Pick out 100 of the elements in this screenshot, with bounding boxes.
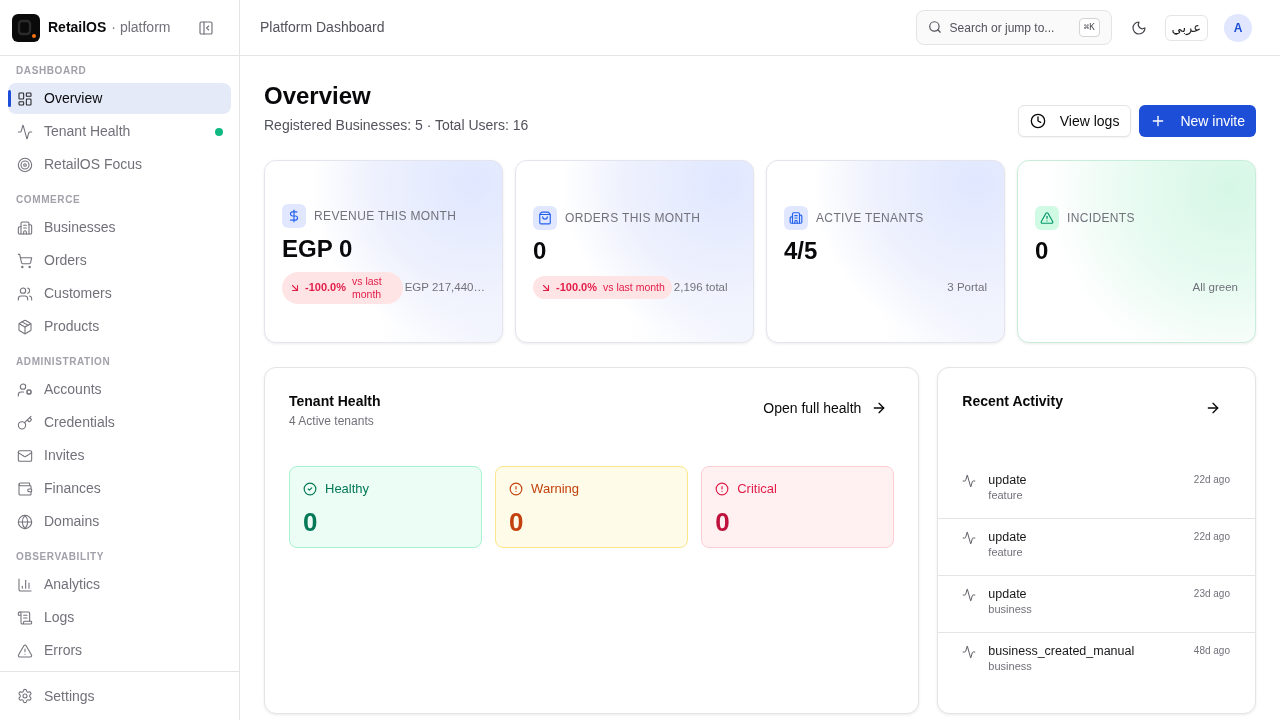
logo-icon (12, 13, 40, 42)
nav-item[interactable]: Logs (8, 602, 231, 633)
stat-note: 3 Portal (947, 279, 987, 295)
bar-chart-icon (17, 576, 33, 593)
activity-time: 48d ago (1193, 644, 1230, 658)
trend-value: -100.0% (305, 280, 346, 296)
pulse-icon (17, 123, 33, 140)
search-icon (927, 20, 942, 34)
user-icon (17, 381, 33, 398)
stat-label: INCIDENTS (1067, 209, 1135, 227)
target-icon (17, 156, 33, 173)
pulse-icon (962, 531, 977, 545)
stat-value: 4/5 (784, 235, 819, 266)
section-heading: COMMERCE (15, 194, 82, 206)
header-title: Platform Dashboard (260, 18, 385, 37)
panel-title: Recent Activity (962, 392, 1063, 410)
page-subtitle: Registered Businesses: 5 · Total Users: 16 (264, 116, 529, 135)
brand-name: RetailOS (48, 18, 107, 37)
nav-item[interactable]: Tenant Health (8, 116, 231, 147)
stat-value: 0 (533, 235, 548, 266)
wallet-icon (17, 480, 33, 497)
nav-item[interactable]: Domains (8, 506, 231, 537)
alert-circle-icon (509, 481, 524, 496)
building-icon (784, 205, 808, 230)
brand-suffix: · platform (111, 18, 171, 37)
status-label: Critical (737, 480, 777, 498)
trend-caption: vs last month (603, 281, 665, 294)
stat-note: All green (1192, 279, 1238, 295)
stat-note: EGP 217,440… (404, 279, 485, 295)
open-full-health-link[interactable]: Open full health (755, 392, 896, 424)
nav-item[interactable]: Products (8, 311, 231, 342)
nav-item[interactable]: Analytics (8, 569, 231, 600)
stat-note: 2,196 total (673, 279, 728, 295)
nav-item[interactable]: Customers (8, 278, 231, 309)
trend-caption: vs last month (352, 274, 383, 301)
primary-button[interactable]: New invite (1139, 105, 1256, 137)
stat-label: ACTIVE TENANTS (816, 209, 924, 227)
shopping-bag-icon (533, 205, 557, 230)
pulse-icon (962, 474, 977, 488)
activity-category: business (988, 602, 1032, 616)
activity-category: business (988, 659, 1033, 673)
activity-title: update (988, 472, 1027, 488)
check-circle-icon (303, 481, 317, 496)
panel-collapse-icon (198, 19, 214, 36)
page-title: Overview (264, 81, 372, 111)
nav-item[interactable]: Errors (8, 635, 231, 666)
settings-nav-item[interactable]: Settings (8, 680, 231, 712)
warning-icon (1035, 205, 1059, 230)
package-icon (17, 318, 33, 335)
building-icon (17, 219, 33, 236)
warning-icon (17, 642, 33, 659)
nav-item[interactable]: Credentials (8, 407, 231, 438)
users-icon (17, 285, 33, 302)
nav-item[interactable]: Overview (8, 83, 231, 114)
scroll-icon (17, 609, 33, 626)
key-icon (17, 414, 33, 431)
status-count: 0 (303, 506, 319, 537)
stat-value: EGP 0 (282, 233, 354, 264)
section-heading: ADMINISTRATION (15, 356, 112, 368)
secondary-button[interactable]: View logs (1017, 105, 1132, 137)
nav-item[interactable]: Orders (8, 245, 231, 276)
stat-label: REVENUE THIS MONTH (314, 207, 457, 225)
activity-category: feature (988, 545, 1024, 559)
pulse-icon (962, 588, 977, 602)
dollar-icon (282, 203, 306, 228)
section-heading: DASHBOARD (15, 65, 88, 77)
trend-value: -100.0% (556, 280, 597, 296)
nav-item[interactable]: Finances (8, 473, 231, 504)
nav-item[interactable]: Invites (8, 440, 231, 471)
status-count: 0 (509, 506, 525, 537)
activity-title: business_created_manual (988, 643, 1135, 659)
nav-item[interactable]: Businesses (8, 212, 231, 243)
moon-icon (1130, 19, 1147, 36)
status-count: 0 (715, 506, 731, 537)
cart-icon (17, 252, 33, 269)
settings-icon (17, 688, 33, 704)
shortcut-key: ⌘K (1078, 18, 1100, 37)
globe-icon (17, 513, 33, 530)
panel-subtitle: 4 Active tenants (289, 413, 375, 429)
mail-icon (17, 447, 33, 464)
panel-title: Tenant Health (289, 392, 381, 410)
activity-category: feature (988, 488, 1024, 502)
status-label: Warning (531, 480, 580, 498)
activity-time: 23d ago (1193, 587, 1230, 601)
activity-time: 22d ago (1193, 473, 1230, 487)
alert-circle-icon (715, 481, 730, 496)
pulse-icon (962, 645, 977, 659)
stat-label: ORDERS THIS MONTH (565, 209, 701, 227)
dashboard-grid-icon (17, 90, 33, 107)
activity-time: 22d ago (1193, 530, 1230, 544)
clock-icon (1029, 113, 1046, 129)
avatar[interactable]: A (1224, 13, 1252, 42)
language-button[interactable]: عربي (1164, 14, 1208, 41)
nav-item[interactable]: Accounts (8, 374, 231, 405)
nav-item[interactable]: RetailOS Focus (8, 149, 231, 180)
activity-title: update (988, 529, 1027, 545)
stat-value: 0 (1035, 235, 1050, 266)
activity-title: update (988, 586, 1028, 602)
status-label: Healthy (325, 480, 370, 498)
section-heading: OBSERVABILITY (15, 551, 105, 563)
